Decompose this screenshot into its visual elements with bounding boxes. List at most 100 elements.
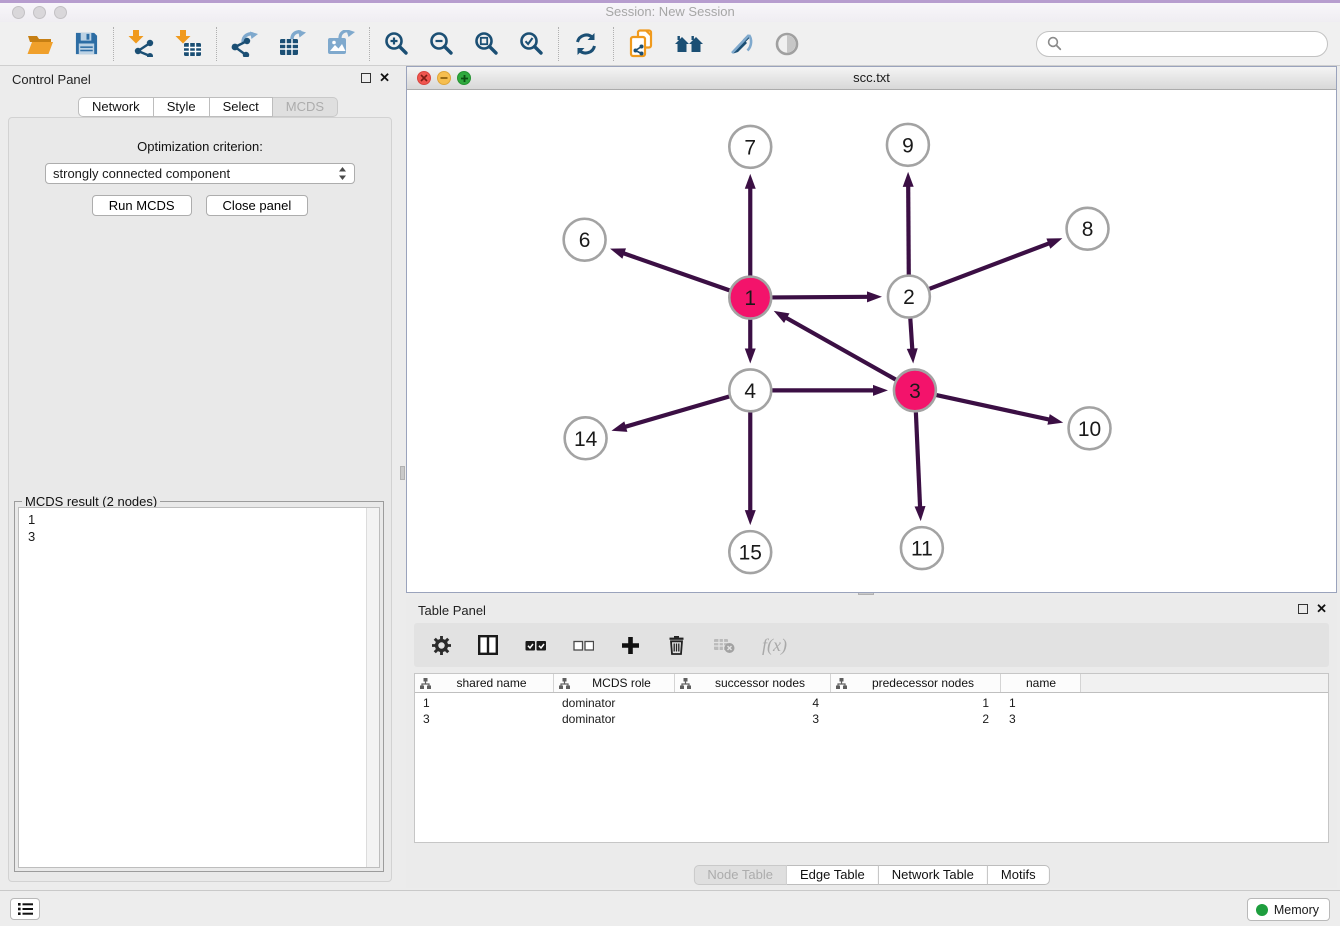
table-cell[interactable]: 3 xyxy=(1001,712,1081,726)
graph-edge-2-3[interactable] xyxy=(907,319,918,364)
graph-node-14[interactable]: 14 xyxy=(565,417,607,459)
delete-column-icon[interactable] xyxy=(667,635,686,655)
open-session-icon[interactable] xyxy=(26,32,54,56)
column-chooser-icon[interactable] xyxy=(478,635,498,655)
network-graph[interactable]: 7 9 6 8 1 2 4 3 14 10 15 11 xyxy=(407,90,1336,592)
import-network-icon[interactable] xyxy=(128,30,155,57)
tab-select[interactable]: Select xyxy=(210,97,273,117)
graph-node-3[interactable]: 3 xyxy=(894,369,936,411)
graph-edge-1-6[interactable] xyxy=(610,248,729,290)
zoom-out-icon[interactable] xyxy=(429,31,454,56)
network-window-titlebar[interactable]: scc.txt xyxy=(407,67,1336,90)
tab-motifs[interactable]: Motifs xyxy=(988,865,1050,885)
graph-node-7[interactable]: 7 xyxy=(729,126,771,168)
column-type-icon xyxy=(680,678,691,689)
float-panel-icon[interactable] xyxy=(361,73,371,83)
export-table-icon[interactable] xyxy=(279,30,307,57)
close-table-panel-icon[interactable]: ✕ xyxy=(1316,604,1327,614)
column-header-name[interactable]: name xyxy=(1001,674,1081,692)
graph-node-6[interactable]: 6 xyxy=(564,219,606,261)
import-table-icon[interactable] xyxy=(175,30,202,57)
zoom-selected-icon[interactable] xyxy=(519,31,544,56)
add-column-icon[interactable] xyxy=(621,636,640,655)
network-maximize-icon[interactable] xyxy=(457,71,471,85)
graph-node-9[interactable]: 9 xyxy=(887,124,929,166)
graph-edge-2-8[interactable] xyxy=(929,238,1062,288)
table-row[interactable]: 3dominator323 xyxy=(415,711,1328,727)
window-minimize-icon[interactable] xyxy=(33,6,46,19)
tab-edge-table[interactable]: Edge Table xyxy=(787,865,879,885)
criterion-select[interactable]: strongly connected component xyxy=(45,163,355,184)
graph-edge-4-3[interactable] xyxy=(772,385,888,396)
zoom-fit-icon[interactable] xyxy=(474,31,499,56)
window-close-icon[interactable] xyxy=(12,6,25,19)
table-cell[interactable]: 3 xyxy=(675,712,831,726)
graph-node-15[interactable]: 15 xyxy=(729,531,771,573)
save-session-icon[interactable] xyxy=(74,31,99,56)
column-header-shared-name[interactable]: shared name xyxy=(415,674,554,692)
clone-network-icon[interactable] xyxy=(628,29,655,58)
mcds-result-text[interactable]: 1 3 xyxy=(18,507,380,868)
graph-edge-4-14[interactable] xyxy=(611,397,729,432)
graph-edge-2-9[interactable] xyxy=(903,172,914,275)
tab-style[interactable]: Style xyxy=(154,97,210,117)
memory-button[interactable]: Memory xyxy=(1247,898,1330,921)
window-zoom-icon[interactable] xyxy=(54,6,67,19)
table-cell[interactable]: 2 xyxy=(831,712,1001,726)
control-panel: Control Panel ✕ Network Style Select MCD… xyxy=(0,66,400,890)
graph-node-1[interactable]: 1 xyxy=(729,277,771,319)
export-image-icon[interactable] xyxy=(327,30,355,57)
export-network-icon[interactable] xyxy=(231,30,259,57)
network-close-icon[interactable] xyxy=(417,71,431,85)
graph-edge-1-2[interactable] xyxy=(772,291,882,302)
result-scrollbar[interactable] xyxy=(366,508,379,867)
table-cell[interactable]: 3 xyxy=(415,712,554,726)
vertical-splitter-handle[interactable] xyxy=(400,466,405,480)
column-settings-gear-icon[interactable] xyxy=(432,636,451,655)
table-row[interactable]: 1dominator411 xyxy=(415,695,1328,711)
tab-network-table[interactable]: Network Table xyxy=(879,865,988,885)
close-panel-icon[interactable]: ✕ xyxy=(379,73,390,83)
graph-edge-3-10[interactable] xyxy=(936,395,1063,425)
select-all-checkboxes-icon[interactable] xyxy=(525,639,546,652)
table-cell[interactable]: 1 xyxy=(831,696,1001,710)
network-canvas[interactable]: 7 9 6 8 1 2 4 3 14 10 15 11 xyxy=(407,90,1336,592)
table-cell[interactable]: 4 xyxy=(675,696,831,710)
table-cell[interactable]: dominator xyxy=(554,712,675,726)
run-mcds-button[interactable]: Run MCDS xyxy=(92,195,192,216)
table-cell[interactable]: dominator xyxy=(554,696,675,710)
network-minimize-icon[interactable] xyxy=(437,71,451,85)
graph-edge-3-11[interactable] xyxy=(915,412,926,521)
graph-node-4[interactable]: 4 xyxy=(729,369,771,411)
graph-edge-3-1[interactable] xyxy=(774,311,896,380)
refresh-layout-icon[interactable] xyxy=(573,31,599,57)
graph-edge-4-15[interactable] xyxy=(745,412,756,525)
show-graphics-details-icon[interactable] xyxy=(774,31,800,57)
float-table-panel-icon[interactable] xyxy=(1298,604,1308,614)
apply-function-icon[interactable]: f(x) xyxy=(762,635,787,656)
delete-table-icon[interactable] xyxy=(713,637,735,654)
search-input[interactable] xyxy=(1068,36,1317,51)
graph-node-11[interactable]: 11 xyxy=(901,527,943,569)
tab-network[interactable]: Network xyxy=(78,97,154,117)
graph-edge-1-4[interactable] xyxy=(745,320,756,364)
column-header-MCDS-role[interactable]: MCDS role xyxy=(554,674,675,692)
table-cell[interactable]: 1 xyxy=(1001,696,1081,710)
graph-node-8[interactable]: 8 xyxy=(1067,208,1109,250)
show-log-button[interactable] xyxy=(10,898,40,920)
window-titlebar: Session: New Session xyxy=(0,0,1340,22)
tab-node-table[interactable]: Node Table xyxy=(693,865,787,885)
zoom-in-icon[interactable] xyxy=(384,31,409,56)
paint-style-icon[interactable] xyxy=(726,30,754,58)
column-header-successor-nodes[interactable]: successor nodes xyxy=(675,674,831,692)
graph-edge-1-7[interactable] xyxy=(745,174,756,276)
graph-node-10[interactable]: 10 xyxy=(1069,407,1111,449)
first-neighbors-icon[interactable] xyxy=(675,33,706,55)
table-cell[interactable]: 1 xyxy=(415,696,554,710)
close-panel-button[interactable]: Close panel xyxy=(206,195,309,216)
deselect-all-checkboxes-icon[interactable] xyxy=(573,639,594,652)
search-box[interactable] xyxy=(1036,31,1328,57)
column-header-predecessor-nodes[interactable]: predecessor nodes xyxy=(831,674,1001,692)
tab-mcds[interactable]: MCDS xyxy=(273,97,338,117)
graph-node-2[interactable]: 2 xyxy=(888,276,930,318)
